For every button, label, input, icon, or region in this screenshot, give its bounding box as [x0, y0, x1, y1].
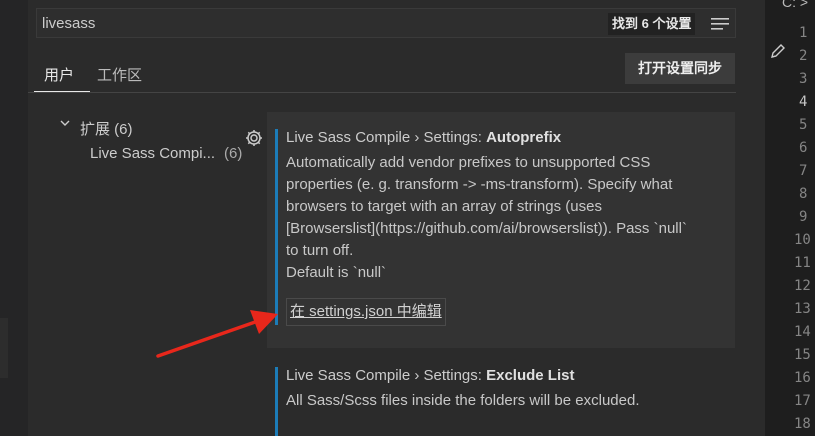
setting-title-name: Autoprefix [486, 129, 562, 146]
desc-line: properties (e. g. transform -> -ms-trans… [286, 176, 673, 193]
line-number-current: 4 [799, 94, 808, 110]
tab-workspace[interactable]: 工作区 [97, 64, 142, 85]
line-number: 13 [794, 301, 811, 317]
line-number: 17 [794, 393, 811, 409]
results-count-badge: 找到 6 个设置 [608, 13, 696, 35]
panel-mark [0, 318, 8, 378]
desc-line: browsers to target with an array of stri… [286, 198, 602, 215]
line-number: 8 [799, 186, 808, 202]
code-editor-gutter: C: > 1 2 3 4 5 6 7 8 9 10 11 12 13 14 15… [765, 0, 815, 436]
setting-title-prefix: Live Sass Compile › Settings: [286, 129, 487, 146]
setting-description: Automatically add vendor prefixes to uns… [286, 152, 726, 284]
toc-extensions[interactable]: 扩展 (6) [80, 118, 133, 139]
toc-item-count: (6) [224, 145, 243, 162]
setting-title-prefix: Live Sass Compile › Settings: [286, 367, 487, 384]
setting-accent-bar [275, 367, 278, 436]
line-number: 14 [794, 324, 811, 340]
desc-line: [Browserslist](https://github.com/ai/bro… [286, 220, 687, 237]
desc-line: Default is `null` [286, 264, 387, 281]
setting-exclude-list: Live Sass Compile › Settings: Exclude Li… [267, 364, 735, 436]
setting-autoprefix: Live Sass Compile › Settings: Autoprefix… [267, 112, 735, 348]
settings-editor: livesass 找到 6 个设置 用户 工作区 打开设置同步 扩展 (6) L… [28, 0, 765, 436]
settings-sync-button[interactable]: 打开设置同步 [625, 53, 735, 84]
setting-title-name: Exclude List [486, 367, 575, 384]
chevron-down-icon[interactable] [60, 118, 70, 128]
setting-accent-bar [275, 129, 278, 325]
line-number: 11 [794, 255, 811, 271]
pencil-icon[interactable] [769, 42, 787, 60]
filter-icon[interactable] [711, 17, 729, 31]
line-number: 7 [799, 163, 808, 179]
search-input-value[interactable]: livesass [42, 15, 95, 32]
line-number: 9 [799, 209, 808, 225]
desc-line: All Sass/Scss files inside the folders w… [286, 392, 640, 409]
line-number: 1 [799, 25, 808, 41]
setting-title: Live Sass Compile › Settings: Exclude Li… [286, 367, 574, 384]
desc-line: to turn off. [286, 242, 354, 259]
toc-item-live-sass[interactable]: Live Sass Compi... [90, 145, 215, 162]
editor-breadcrumb[interactable]: C: > [782, 0, 808, 10]
line-number: 18 [794, 416, 811, 432]
line-number: 2 [799, 48, 808, 64]
left-panel-strip [0, 0, 28, 436]
line-number: 16 [794, 370, 811, 386]
search-input[interactable]: livesass 找到 6 个设置 [36, 8, 736, 38]
tab-user[interactable]: 用户 [44, 64, 74, 85]
setting-title: Live Sass Compile › Settings: Autoprefix [286, 129, 561, 146]
line-number: 12 [794, 278, 811, 294]
line-number: 10 [794, 232, 811, 248]
line-number: 6 [799, 140, 808, 156]
tabs-divider [28, 92, 736, 93]
gear-icon[interactable] [244, 128, 264, 148]
setting-description: All Sass/Scss files inside the folders w… [286, 390, 726, 412]
line-number: 15 [794, 347, 811, 363]
edit-in-settings-json-link[interactable]: 在 settings.json 中编辑 [286, 298, 446, 326]
line-number: 3 [799, 71, 808, 87]
line-number: 5 [799, 117, 808, 133]
desc-line: Automatically add vendor prefixes to uns… [286, 154, 651, 171]
